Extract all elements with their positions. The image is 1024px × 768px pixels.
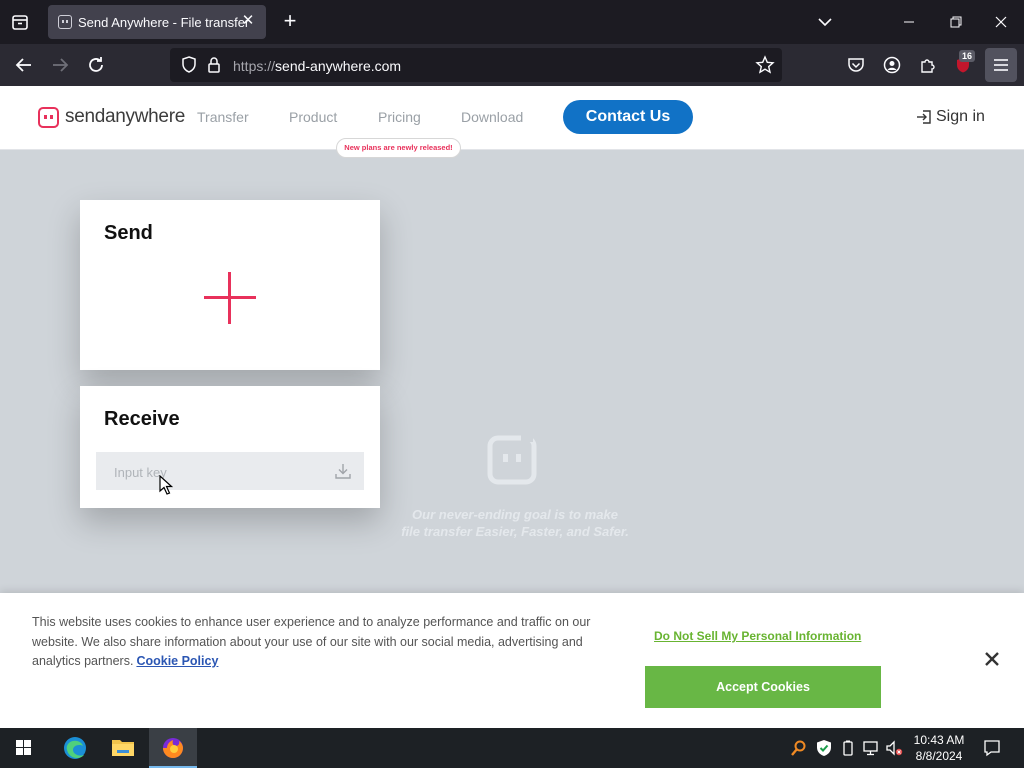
extensions-puzzle-icon[interactable] xyxy=(917,54,939,76)
network-icon[interactable] xyxy=(862,739,880,757)
download-icon[interactable] xyxy=(334,462,352,480)
contact-us-button[interactable]: Contact Us xyxy=(563,100,693,134)
address-bar[interactable]: https://send-anywhere.com xyxy=(170,48,782,82)
tab-title: Send Anywhere - File transfer xyxy=(78,15,250,30)
cookie-policy-link[interactable]: Cookie Policy xyxy=(136,654,218,668)
url-text: https://send-anywhere.com xyxy=(233,58,401,74)
logo-mark-icon xyxy=(38,107,59,128)
hero-logo-mark-icon xyxy=(487,432,537,486)
firefox-icon[interactable] xyxy=(149,728,197,768)
cookie-text: This website uses cookies to enhance use… xyxy=(32,613,622,672)
do-not-sell-link[interactable]: Do Not Sell My Personal Information xyxy=(654,629,861,643)
cookie-close-icon[interactable] xyxy=(983,650,1001,668)
browser-toolbar: https://send-anywhere.com 16 xyxy=(0,44,1024,86)
account-icon[interactable] xyxy=(881,54,903,76)
windows-security-icon[interactable] xyxy=(815,739,833,757)
app-menu-hamburger-icon[interactable] xyxy=(985,48,1017,82)
volume-muted-icon[interactable] xyxy=(885,739,903,757)
windows-taskbar: 10:43 AM 8/8/2024 xyxy=(0,728,1024,768)
lock-icon[interactable] xyxy=(203,54,225,76)
window-close-icon[interactable] xyxy=(987,8,1015,36)
pricing-new-badge: New plans are newly released! xyxy=(336,138,461,158)
clock-time: 10:43 AM xyxy=(913,733,965,747)
notification-center-icon[interactable] xyxy=(982,738,1002,758)
nav-download[interactable]: Download xyxy=(461,109,523,125)
forward-icon[interactable] xyxy=(49,54,71,76)
receive-card: Receive Input key xyxy=(80,386,380,508)
reload-icon[interactable] xyxy=(85,54,107,76)
sign-in-label: Sign in xyxy=(936,108,985,125)
file-explorer-icon[interactable] xyxy=(99,728,147,768)
nav-transfer[interactable]: Transfer xyxy=(197,109,249,125)
search-magnifier-icon[interactable] xyxy=(790,739,808,757)
mouse-cursor-icon xyxy=(159,474,174,495)
restore-icon[interactable] xyxy=(942,8,970,36)
system-clock[interactable]: 10:43 AM 8/8/2024 xyxy=(908,732,970,764)
logo-text: sendanywhere xyxy=(65,106,185,127)
back-icon[interactable] xyxy=(13,54,35,76)
sendanywhere-favicon-icon xyxy=(58,15,72,29)
hero-slogan: Our never-ending goal is to make file tr… xyxy=(360,506,670,540)
tracking-protection-shield-icon[interactable] xyxy=(178,54,200,76)
start-icon[interactable] xyxy=(0,728,48,768)
send-card: Send xyxy=(80,200,380,370)
battery-icon[interactable] xyxy=(839,739,857,757)
tab-list-icon[interactable] xyxy=(8,10,32,34)
new-tab-icon[interactable]: + xyxy=(278,10,302,34)
sign-in-icon xyxy=(916,109,932,125)
cookie-banner: This website uses cookies to enhance use… xyxy=(0,593,1024,728)
receive-title: Receive xyxy=(104,408,180,430)
tab-close-icon[interactable]: ✕ xyxy=(238,11,258,31)
send-title: Send xyxy=(104,222,153,244)
add-files-plus-icon[interactable] xyxy=(202,270,258,326)
extension-badge-count: 16 xyxy=(959,50,976,62)
site-header: sendanywhere Transfer Product Pricing Do… xyxy=(0,86,1024,158)
edge-icon[interactable] xyxy=(51,728,99,768)
slogan-line-2: file transfer Easier, Faster, and Safer. xyxy=(401,524,629,539)
active-tab[interactable]: Send Anywhere - File transfer ✕ xyxy=(48,5,266,39)
bookmark-star-icon[interactable] xyxy=(754,54,776,76)
url-host: send-anywhere.com xyxy=(275,58,402,74)
nav-product[interactable]: Product xyxy=(289,109,337,125)
pocket-icon[interactable] xyxy=(845,54,867,76)
clock-date: 8/8/2024 xyxy=(915,749,963,763)
accept-cookies-button[interactable]: Accept Cookies xyxy=(645,666,881,708)
list-all-tabs-chevron-icon[interactable] xyxy=(814,12,836,32)
cookie-message: This website uses cookies to enhance use… xyxy=(32,615,591,668)
browser-tab-bar: Send Anywhere - File transfer ✕ + xyxy=(0,0,1024,44)
url-protocol: https:// xyxy=(233,58,276,74)
minimize-icon[interactable] xyxy=(895,8,923,36)
slogan-line-1: Our never-ending goal is to make xyxy=(412,507,618,522)
nav-pricing[interactable]: Pricing xyxy=(378,109,421,125)
